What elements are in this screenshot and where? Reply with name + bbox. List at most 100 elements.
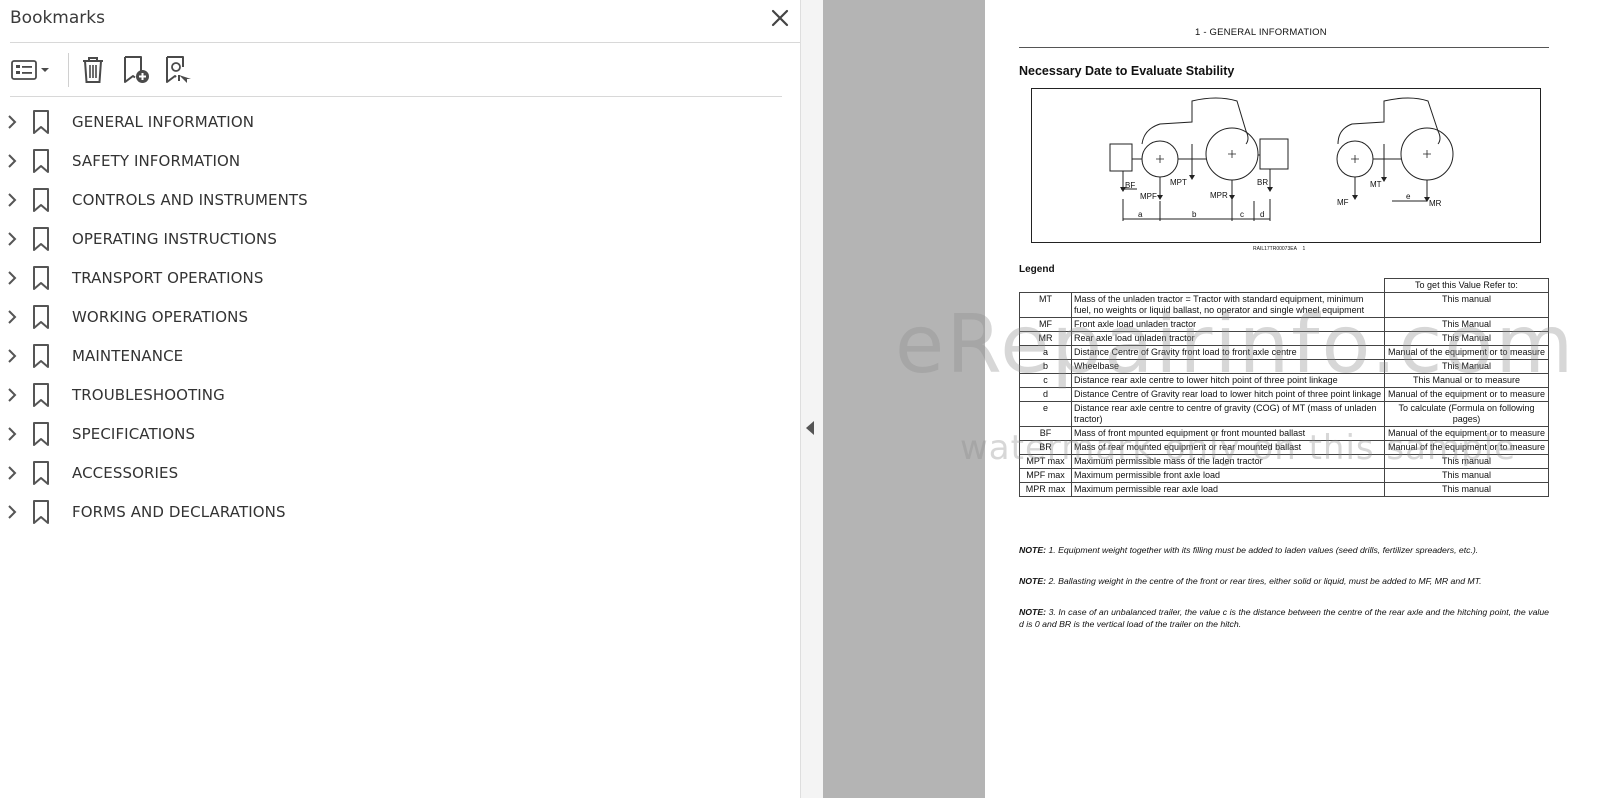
- note: NOTE: 3. In case of an unbalanced traile…: [1019, 606, 1549, 630]
- chevron-right-icon[interactable]: [6, 192, 20, 208]
- figure-label-mpr: MPR: [1210, 191, 1228, 200]
- chevron-right-icon[interactable]: [6, 387, 20, 403]
- note-text: 2. Ballasting weight in the centre of th…: [1048, 576, 1482, 586]
- bookmark-icon: [32, 187, 50, 212]
- chevron-right-icon[interactable]: [6, 231, 20, 247]
- bookmark-list: GENERAL INFORMATION SAFETY INFORMATION CON…: [0, 102, 800, 531]
- bookmark-label: WORKING OPERATIONS: [72, 307, 249, 326]
- chevron-right-icon[interactable]: [6, 153, 20, 169]
- note-prefix: NOTE:: [1019, 607, 1047, 617]
- figure-label-mpt: MPT: [1170, 178, 1187, 187]
- figure-code: RAIL17TR00073EA 1: [1253, 246, 1305, 252]
- bookmark-item[interactable]: TRANSPORT OPERATIONS: [0, 258, 800, 297]
- bookmarks-toolbar: [10, 52, 193, 88]
- figure-code-text: RAIL17TR00073EA: [1253, 246, 1297, 252]
- bookmark-item[interactable]: TROUBLESHOOTING: [0, 375, 800, 414]
- bookmark-item[interactable]: GENERAL INFORMATION: [0, 102, 800, 141]
- panel-splitter[interactable]: [800, 0, 823, 798]
- trash-icon: [83, 57, 103, 83]
- bookmark-item[interactable]: FORMS AND DECLARATIONS: [0, 492, 800, 531]
- bookmark-label: SPECIFICATIONS: [72, 424, 196, 443]
- section-title: Necessary Date to Evaluate Stability: [1019, 64, 1235, 78]
- figure-label-a: a: [1138, 210, 1143, 219]
- figure-label-mf: MF: [1337, 198, 1349, 207]
- chevron-right-icon[interactable]: [6, 348, 20, 364]
- bookmark-item[interactable]: ACCESSORIES: [0, 453, 800, 492]
- chevron-right-icon[interactable]: [6, 504, 20, 520]
- figure-label-c: c: [1240, 210, 1244, 219]
- bookmark-icon: [32, 421, 50, 446]
- new-bookmark-button[interactable]: [121, 54, 151, 86]
- options-menu-button[interactable]: [10, 54, 54, 86]
- chevron-right-icon[interactable]: [6, 426, 20, 442]
- bookmark-icon: [32, 148, 50, 173]
- row-symbol: MPF max: [1019, 468, 1072, 483]
- page-header: 1 - GENERAL INFORMATION: [1195, 27, 1327, 38]
- note: NOTE: 2. Ballasting weight in the centre…: [1019, 575, 1549, 587]
- row-symbol: MPR max: [1019, 482, 1072, 497]
- bookmark-item[interactable]: OPERATING INSTRUCTIONS: [0, 219, 800, 258]
- bookmark-icon: [32, 499, 50, 524]
- bookmark-item[interactable]: SAFETY INFORMATION: [0, 141, 800, 180]
- figure-label-mpf: MPF: [1140, 192, 1157, 201]
- bookmark-label: SAFETY INFORMATION: [72, 151, 241, 170]
- document-page: 1 - GENERAL INFORMATION Necessary Date t…: [985, 0, 1601, 798]
- bookmark-label: TRANSPORT OPERATIONS: [72, 268, 264, 287]
- table-header-blank: [1019, 278, 1072, 293]
- bookmark-icon: [32, 343, 50, 368]
- table-row: e Distance rear axle centre to centre of …: [1019, 401, 1549, 427]
- bookmark-item[interactable]: WORKING OPERATIONS: [0, 297, 800, 336]
- figure-label-mr: MR: [1429, 199, 1442, 208]
- bookmark-label: TROUBLESHOOTING: [72, 385, 225, 404]
- header-rule: [1019, 47, 1549, 48]
- find-bookmark-button[interactable]: [163, 54, 193, 86]
- panel-title: Bookmarks: [10, 8, 105, 28]
- bookmark-label: MAINTENANCE: [72, 346, 184, 365]
- row-description: Maximum permissible rear axle load: [1071, 482, 1385, 497]
- bookmark-item[interactable]: CONTROLS AND INSTRUMENTS: [0, 180, 800, 219]
- toolbar-divider-line: [10, 96, 782, 97]
- chevron-right-icon[interactable]: [6, 309, 20, 325]
- bookmark-icon: [32, 109, 50, 134]
- close-icon[interactable]: [770, 8, 790, 28]
- watermark-main: eRepairinfo.com: [895, 298, 1576, 391]
- row-reference: To calculate (Formula on following pages…: [1384, 401, 1549, 427]
- note-prefix: NOTE:: [1019, 545, 1047, 555]
- table-row: MPF max Maximum permissible front axle lo…: [1019, 468, 1549, 483]
- bookmark-label: OPERATING INSTRUCTIONS: [72, 229, 277, 248]
- legend-title: Legend: [1019, 264, 1055, 275]
- bookmark-item[interactable]: SPECIFICATIONS: [0, 414, 800, 453]
- bookmark-icon: [32, 226, 50, 251]
- figure-label-e: e: [1406, 192, 1411, 201]
- stability-figure: BF MPF MPT MPR BR a b c d MF MT e MR: [1031, 88, 1541, 243]
- note-text: 3. In case of an unbalanced trailer, the…: [1019, 607, 1549, 629]
- table-row: MPR max Maximum permissible rear axle loa…: [1019, 482, 1549, 497]
- bookmark-label: FORMS AND DECLARATIONS: [72, 502, 286, 521]
- collapse-panel-icon[interactable]: [806, 421, 814, 435]
- row-description: Maximum permissible front axle load: [1071, 468, 1385, 483]
- watermark-sub: watermark only on this sample: [960, 428, 1517, 468]
- figure-number: 1: [1302, 246, 1306, 252]
- bookmark-label: ACCESSORIES: [72, 463, 179, 482]
- table-header-blank: [1071, 278, 1385, 293]
- row-symbol: e: [1019, 401, 1072, 427]
- delete-bookmark-button[interactable]: [79, 54, 107, 86]
- row-reference: This manual: [1384, 468, 1549, 483]
- header-divider: [10, 42, 800, 43]
- bookmarks-panel: Bookmarks GENERAL INFORMATION SAFETY INF…: [0, 0, 800, 798]
- chevron-right-icon[interactable]: [6, 270, 20, 286]
- chevron-right-icon[interactable]: [6, 465, 20, 481]
- toolbar-divider: [68, 53, 69, 87]
- table-header-row: To get this Value Refer to:: [1019, 278, 1549, 293]
- table-header-ref: To get this Value Refer to:: [1384, 278, 1549, 293]
- bookmark-icon: [32, 265, 50, 290]
- bookmark-label: GENERAL INFORMATION: [72, 112, 255, 131]
- chevron-right-icon[interactable]: [6, 114, 20, 130]
- figure-label-br: BR: [1257, 178, 1268, 187]
- note-prefix: NOTE:: [1019, 576, 1047, 586]
- document-background: [823, 0, 985, 798]
- bookmark-label: CONTROLS AND INSTRUMENTS: [72, 190, 308, 209]
- note: NOTE: 1. Equipment weight together with …: [1019, 544, 1549, 556]
- row-description: Distance rear axle centre to centre of g…: [1071, 401, 1385, 427]
- bookmark-item[interactable]: MAINTENANCE: [0, 336, 800, 375]
